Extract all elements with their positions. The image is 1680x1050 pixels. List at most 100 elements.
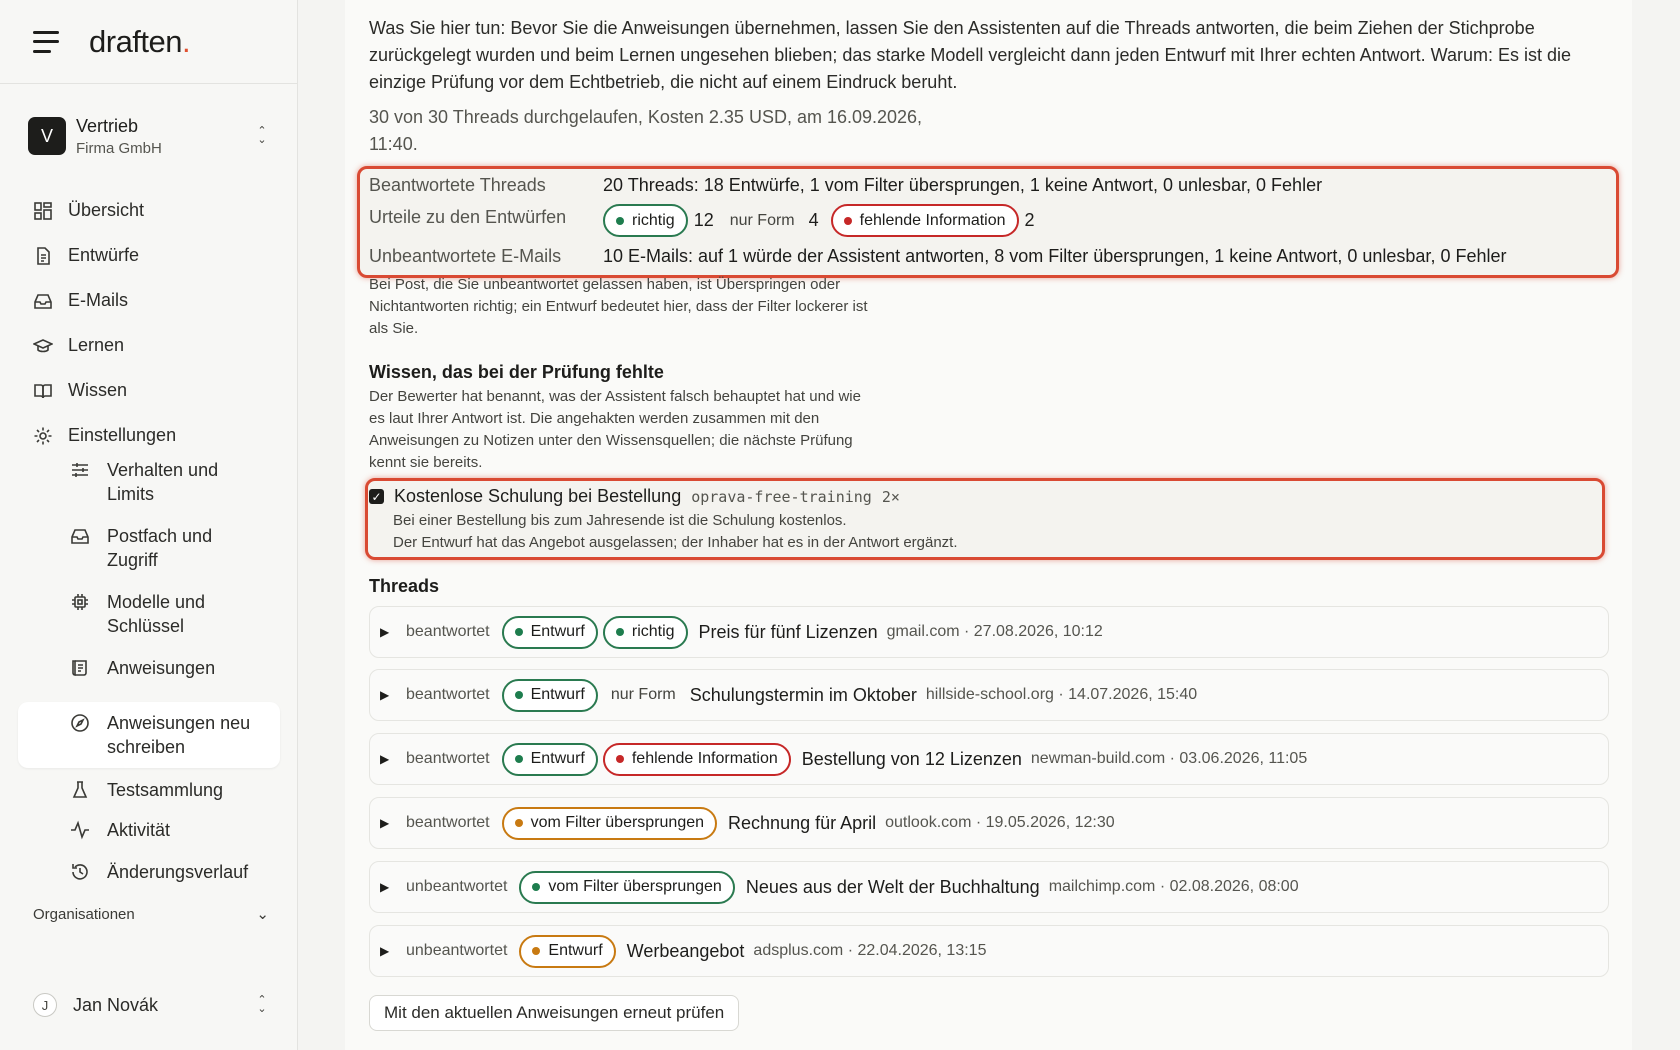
verdict-correct-count: 12: [693, 210, 714, 230]
thread-kind-badge: Entwurf: [501, 742, 598, 776]
knowledge-item: ✓ Kostenlose Schulung bei Bestellung opr…: [369, 486, 900, 507]
status-dot: [615, 755, 624, 763]
thread-row[interactable]: ▶ beantwortet Entwurf richtig Preis für …: [369, 606, 1609, 658]
nav-label: Entwürfe: [68, 245, 140, 265]
thread-row[interactable]: ▶ unbeantwortet vom Filter übersprungen …: [369, 861, 1609, 913]
workspace-avatar: V: [28, 117, 66, 155]
status-dot: [843, 216, 852, 225]
thread-meta: gmail.com · 27.08.2026, 10:12: [886, 623, 1103, 640]
thread-meta: hillside-school.org · 14.07.2026, 15:40: [925, 686, 1198, 703]
expand-triangle-icon[interactable]: ▶: [380, 944, 392, 958]
knowledge-section-description: Der Bewerter hat benannt, was der Assist…: [369, 388, 861, 471]
subnav-item-models[interactable]: Modelle und Schlüssel: [0, 590, 298, 656]
verdict-correct-badge: richtig: [603, 204, 688, 237]
subnav-item-mailbox[interactable]: Postfach und Zugriff: [0, 524, 298, 590]
nav-label: E-Mails: [68, 290, 129, 310]
inbox-icon: [33, 291, 53, 311]
summary-verdicts-row: Urteile zu den Entwürfen richtig 12 nur …: [369, 204, 1047, 237]
subnav-item-testset[interactable]: Testsammlung: [0, 768, 298, 812]
thread-subject: Werbeangebot: [626, 940, 745, 961]
knowledge-item-count: 2×: [881, 487, 900, 506]
knowledge-item-fact: Bei einer Bestellung bis zum Jahresende …: [393, 512, 847, 529]
thread-status: beantwortet: [406, 814, 490, 831]
thread-row[interactable]: ▶ beantwortet Entwurf nur Form Schulungs…: [369, 669, 1609, 721]
document-icon: [33, 246, 53, 266]
grid-icon: [33, 201, 53, 221]
activity-icon: [70, 820, 90, 840]
nav-item-learn[interactable]: Lernen: [0, 323, 297, 368]
thread-kind-badge: Entwurf: [519, 934, 616, 968]
organisations-label: Organisationen: [33, 905, 135, 923]
thread-meta: adsplus.com · 22.04.2026, 13:15: [753, 942, 987, 959]
chevron-updown-icon: ⌃ ⌄: [257, 125, 267, 146]
scroll-icon: [70, 658, 90, 678]
thread-meta: newman-build.com · 03.06.2026, 11:05: [1030, 750, 1308, 767]
answered-value: 20 Threads: 18 Entwürfe, 1 vom Filter üb…: [603, 175, 1323, 195]
subnav-item-rewrite[interactable]: Anweisungen neu schreiben: [18, 702, 280, 768]
verdicts-label: Urteile zu den Entwürfen: [369, 207, 567, 227]
threads-title: Threads: [369, 576, 440, 596]
status-dot: [514, 691, 523, 699]
gear-icon: [33, 426, 53, 446]
inbox-icon: [70, 526, 90, 546]
workspace-switcher[interactable]: V Vertrieb Firma GmbH ⌃ ⌄: [0, 84, 297, 188]
organisations-toggle[interactable]: Organisationen ⌄: [33, 905, 269, 924]
thread-row[interactable]: ▶ beantwortet Entwurf fehlende Informati…: [369, 733, 1609, 785]
user-menu[interactable]: J Jan Novák ⌃ ⌄: [33, 993, 269, 1017]
subnav-item-history[interactable]: Änderungsverlauf: [0, 856, 298, 900]
expand-triangle-icon[interactable]: ▶: [380, 816, 392, 830]
book-icon: [33, 381, 53, 401]
run-info: 30 von 30 Threads durchgelaufen, Kosten …: [369, 107, 923, 154]
subnav-label: Verhalten und Limits: [107, 460, 219, 504]
expand-triangle-icon[interactable]: ▶: [380, 752, 392, 766]
menu-icon[interactable]: [33, 30, 59, 53]
unanswered-label: Unbeantwortete E-Mails: [369, 246, 562, 266]
subnav-item-behavior[interactable]: Verhalten und Limits: [0, 458, 298, 524]
nav-item-knowledge[interactable]: Wissen: [0, 368, 297, 413]
nav-label: Wissen: [68, 380, 128, 400]
sidebar: draften. V Vertrieb Firma GmbH ⌃ ⌄ Übersi…: [0, 0, 298, 1050]
history-icon: [70, 862, 90, 882]
workspace-name: Vertrieb: [76, 115, 139, 136]
chip-icon: [70, 592, 90, 612]
status-dot: [514, 819, 523, 827]
user-avatar: J: [33, 993, 57, 1017]
status-dot: [532, 947, 541, 955]
nav-item-settings[interactable]: Einstellungen: [0, 413, 297, 458]
status-dot: [615, 628, 624, 636]
thread-subject: Neues aus der Welt der Buchhaltung: [745, 876, 1040, 897]
thread-status: beantwortet: [406, 623, 490, 640]
flask-icon: [70, 780, 90, 800]
verdict-missing-count: 2: [1024, 210, 1035, 230]
thread-subject: Schulungstermin im Oktober: [689, 684, 917, 705]
thread-kind-badge: vom Filter übersprungen: [501, 806, 718, 840]
app-logo[interactable]: draften.: [89, 24, 191, 60]
knowledge-section-title: Wissen, das bei der Prüfung fehlte: [369, 362, 664, 382]
knowledge-checkbox[interactable]: ✓: [369, 489, 384, 504]
knowledge-item-reason: Der Entwurf hat das Angebot ausgelassen;…: [393, 534, 958, 551]
nav-item-drafts[interactable]: Entwürfe: [0, 233, 297, 278]
thread-meta: mailchimp.com · 02.08.2026, 08:00: [1048, 878, 1299, 895]
graduation-cap-icon: [33, 336, 53, 356]
verdict-form-label: nur Form: [729, 211, 795, 229]
expand-triangle-icon[interactable]: ▶: [380, 688, 392, 702]
expand-triangle-icon[interactable]: ▶: [380, 625, 392, 639]
subnav-item-instructions[interactable]: Anweisungen: [0, 656, 298, 702]
thread-row[interactable]: ▶ unbeantwortet Entwurf Werbeangebot ads…: [369, 925, 1609, 977]
thread-kind-badge: Entwurf: [501, 678, 598, 712]
thread-row[interactable]: ▶ beantwortet vom Filter übersprungen Re…: [369, 797, 1609, 849]
nav-label: Übersicht: [68, 200, 145, 220]
nav-label: Lernen: [68, 335, 125, 355]
thread-kind-badge: Entwurf: [501, 615, 598, 649]
nav-item-emails[interactable]: E-Mails: [0, 278, 297, 323]
brand-bar: draften.: [0, 0, 297, 84]
expand-triangle-icon[interactable]: ▶: [380, 880, 392, 894]
recheck-button[interactable]: Mit den aktuellen Anweisungen erneut prü…: [369, 995, 740, 1031]
user-name: Jan Novák: [73, 994, 159, 1015]
nav-item-overview[interactable]: Übersicht: [0, 188, 297, 233]
subnav-item-activity[interactable]: Aktivität: [0, 812, 298, 856]
intro-text: Was Sie hier tun: Bevor Sie die Anweisun…: [369, 18, 1571, 92]
sliders-icon: [70, 460, 90, 480]
knowledge-item-code: oprava-free-training: [691, 487, 872, 506]
subnav-label: Anweisungen: [107, 658, 216, 678]
